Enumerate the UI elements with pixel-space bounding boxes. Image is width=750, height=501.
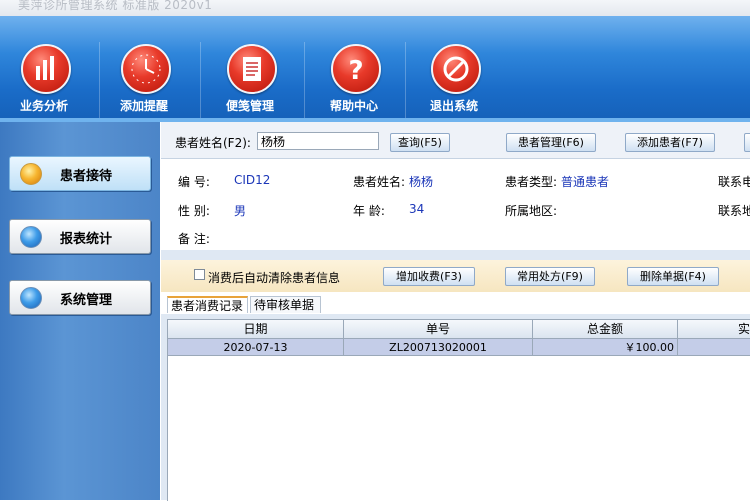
- address-label: 联系地: [718, 204, 750, 218]
- table-cell[interactable]: 2020-07-13: [168, 339, 344, 356]
- sidebar-item-label: 报表统计: [60, 232, 113, 247]
- main-panel: 患者姓名(F2): 查询(F5) 患者管理(F6) 添加患者(F7) 编 号: …: [161, 122, 750, 501]
- patient-type-label: 患者类型:: [505, 175, 558, 189]
- toolbar-label: 帮助中心: [329, 99, 378, 113]
- patient-manage-button[interactable]: 患者管理(F6): [506, 133, 596, 152]
- table-cell[interactable]: [678, 339, 750, 356]
- common-prescription-button[interactable]: 常用处方(F9): [505, 267, 595, 286]
- toolbar-separator: [405, 42, 406, 122]
- column-header[interactable]: 实: [678, 320, 750, 339]
- patient-id-label: 编 号:: [178, 175, 210, 189]
- clock-icon: [121, 44, 171, 94]
- section-divider: [161, 250, 750, 260]
- patient-name-field-label: 患者姓名:: [353, 175, 406, 189]
- patient-type-value: 普通患者: [561, 175, 610, 189]
- column-header[interactable]: 总金额: [533, 320, 678, 339]
- action-bar: 消费后自动清除患者信息 增加收费(F3) 常用处方(F9) 删除单据(F4): [161, 260, 750, 292]
- records-table: 日期 单号 总金额 实 2020-07-13 ZL200713020001 ￥1…: [167, 319, 750, 501]
- title-bar: 美萍诊所管理系统 标准版 2020v1: [0, 0, 750, 16]
- svg-text:?: ?: [348, 56, 363, 86]
- auto-clear-checkbox[interactable]: [194, 269, 205, 280]
- toolbar-separator: [304, 42, 305, 122]
- sidebar-item-system-management[interactable]: 系统管理: [9, 280, 151, 315]
- patient-id-value: CID12: [234, 173, 271, 187]
- patient-info-panel: 编 号: CID12 患者姓名: 杨杨 患者类型: 普通患者 联系电 性 别: …: [161, 158, 750, 251]
- more-button[interactable]: [744, 133, 750, 152]
- delete-bill-button[interactable]: 删除单据(F4): [627, 267, 719, 286]
- toolbar-label: 业务分析: [19, 99, 68, 113]
- patient-name-input[interactable]: [257, 132, 379, 150]
- auto-clear-label: 消费后自动清除患者信息: [208, 271, 341, 285]
- toolbar-label: 添加提醒: [119, 99, 168, 113]
- add-fee-button[interactable]: 增加收费(F3): [383, 267, 475, 286]
- orb-icon: [20, 226, 42, 248]
- sidebar-item-label: 系统管理: [60, 293, 113, 308]
- table-cell[interactable]: ￥100.00: [533, 339, 678, 356]
- toolbar-label: 退出系统: [429, 99, 478, 113]
- toolbar-label: 便笺管理: [225, 99, 274, 113]
- table-cell[interactable]: ZL200713020001: [344, 339, 533, 356]
- sidebar-item-label: 患者接待: [60, 169, 113, 184]
- column-header[interactable]: 日期: [168, 320, 344, 339]
- notepad-icon: [227, 44, 277, 94]
- patient-name-label: 患者姓名(F2):: [175, 136, 251, 150]
- bar-chart-icon: [21, 44, 71, 94]
- search-bar: 患者姓名(F2): 查询(F5) 患者管理(F6) 添加患者(F7): [161, 122, 750, 158]
- toolbar-separator: [200, 42, 201, 122]
- window-title: 美萍诊所管理系统 标准版 2020v1: [18, 0, 213, 12]
- sidebar-item-patient-reception[interactable]: 患者接待: [9, 156, 151, 191]
- exit-icon: [431, 44, 481, 94]
- add-patient-button[interactable]: 添加患者(F7): [625, 133, 715, 152]
- tab-pending-bills[interactable]: 待审核单据: [250, 296, 321, 313]
- region-label: 所属地区:: [505, 204, 558, 218]
- query-button[interactable]: 查询(F5): [390, 133, 450, 152]
- orb-icon: [20, 287, 42, 309]
- age-value: 34: [409, 202, 425, 216]
- note-label: 备 注:: [178, 232, 210, 246]
- orb-icon: [20, 163, 42, 185]
- age-label: 年 龄:: [353, 204, 385, 218]
- sidebar-item-report-statistics[interactable]: 报表统计: [9, 219, 151, 254]
- patient-name-value: 杨杨: [409, 175, 434, 189]
- tab-strip: 患者消费记录 待审核单据: [161, 292, 750, 314]
- sidebar: 患者接待 报表统计 系统管理: [0, 122, 160, 500]
- phone-label: 联系电: [718, 175, 750, 189]
- column-header[interactable]: 单号: [344, 320, 533, 339]
- sex-label: 性 别:: [178, 204, 210, 218]
- help-icon: ?: [331, 44, 381, 94]
- sex-value: 男: [234, 204, 247, 218]
- main-toolbar: 业务分析 添加提醒 便笺管理 ? 帮助中心 退出系统: [0, 16, 750, 122]
- tab-consumption-records[interactable]: 患者消费记录: [167, 296, 248, 313]
